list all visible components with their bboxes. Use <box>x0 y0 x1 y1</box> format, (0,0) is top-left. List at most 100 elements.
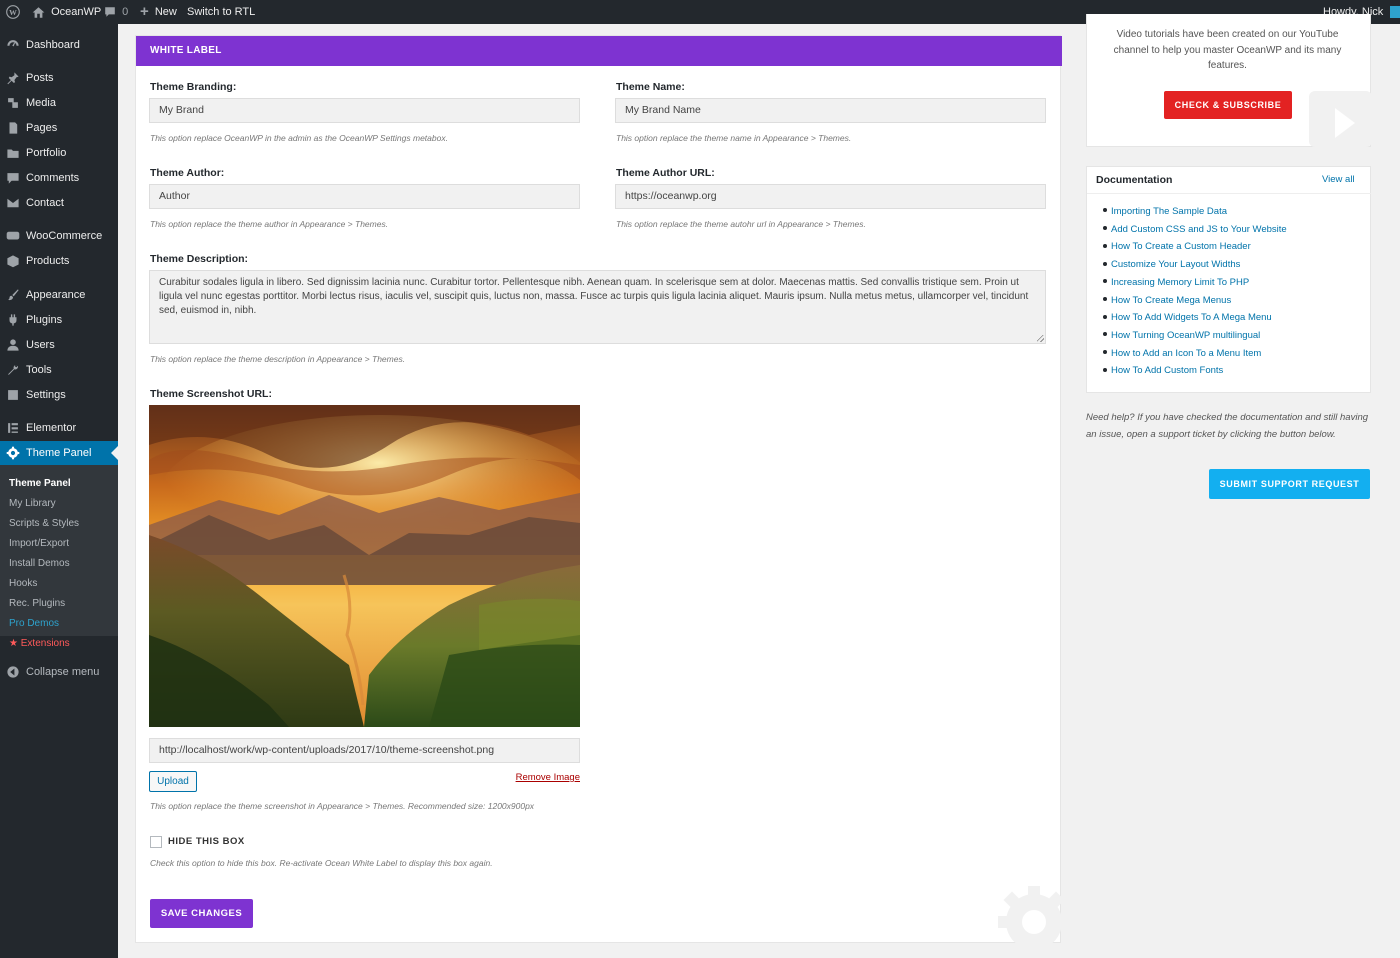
theme-screenshot-url-input[interactable]: http://localhost/work/wp-content/uploads… <box>149 738 580 763</box>
sidebar-item-plugins[interactable]: Plugins <box>0 308 118 332</box>
theme-author-desc: This option replace the theme author in … <box>150 219 389 229</box>
check-subscribe-button[interactable]: CHECK & SUBSCRIBE <box>1164 91 1292 119</box>
comments-link[interactable]: 0 <box>104 0 128 24</box>
doc-link-label: How To Create Mega Menus <box>1111 294 1232 306</box>
documentation-title: Documentation <box>1096 174 1173 186</box>
submenu-item-import-export[interactable]: Import/Export <box>9 535 69 553</box>
doc-link[interactable]: Importing The Sample Data <box>1103 205 1227 219</box>
theme-author-url-label: Theme Author URL: <box>616 167 715 179</box>
plug-icon <box>6 312 22 328</box>
sidebar-item-pages[interactable]: Pages <box>0 116 118 140</box>
sidebar-item-appearance[interactable]: Appearance <box>0 283 118 307</box>
avatar <box>1390 6 1400 19</box>
wrench-icon <box>6 362 22 378</box>
submenu-item-scripts-styles[interactable]: Scripts & Styles <box>9 515 79 533</box>
bullet-icon <box>1103 243 1107 248</box>
folder-icon <box>6 145 22 161</box>
doc-link[interactable]: Increasing Memory Limit To PHP <box>1103 276 1249 290</box>
wordpress-logo-icon[interactable]: W <box>6 0 20 24</box>
sidebar-item-settings[interactable]: Settings <box>0 383 118 407</box>
sidebar-item-label: Posts <box>26 72 54 84</box>
home-icon <box>32 6 45 18</box>
woo-icon <box>6 228 22 244</box>
sidebar-item-users[interactable]: Users <box>0 333 118 357</box>
site-name-link[interactable]: OceanWP <box>32 0 101 24</box>
doc-link[interactable]: How To Create a Custom Header <box>1103 240 1251 254</box>
sidebar-item-tools[interactable]: Tools <box>0 358 118 382</box>
resize-handle[interactable] <box>1037 335 1044 342</box>
theme-author-url-input[interactable]: https://oceanwp.org <box>615 184 1046 209</box>
sidebar-item-contact[interactable]: Contact <box>0 191 118 215</box>
star-icon: ★ <box>9 638 21 649</box>
theme-name-desc: This option replace the theme name in Ap… <box>616 133 852 143</box>
doc-link-label: How To Add Custom Fonts <box>1111 365 1224 377</box>
sidebar-item-theme-panel[interactable]: Theme Panel <box>0 441 118 465</box>
sidebar-item-elementor[interactable]: Elementor <box>0 416 118 440</box>
theme-screenshot-preview <box>149 405 580 727</box>
sidebar-item-label: Contact <box>26 197 64 209</box>
theme-description-textarea[interactable]: Curabitur sodales ligula in libero. Sed … <box>149 270 1046 344</box>
theme-branding-input[interactable]: My Brand <box>149 98 580 123</box>
sidebar-item-comments[interactable]: Comments <box>0 166 118 190</box>
submenu-item-theme-panel[interactable]: Theme Panel <box>9 475 71 493</box>
collapse-menu-label: Collapse menu <box>26 666 100 678</box>
doc-link[interactable]: Customize Your Layout Widths <box>1103 258 1240 272</box>
doc-link-label: How To Create a Custom Header <box>1111 241 1251 253</box>
switch-rtl-link[interactable]: Switch to RTL <box>187 0 255 24</box>
sidebar-item-portfolio[interactable]: Portfolio <box>0 141 118 165</box>
theme-description-label: Theme Description: <box>150 253 249 265</box>
doc-link[interactable]: How To Create Mega Menus <box>1103 294 1231 308</box>
bullet-icon <box>1103 296 1107 301</box>
submenu-item-hooks[interactable]: Hooks <box>9 575 37 593</box>
site-name: OceanWP <box>51 6 102 18</box>
submenu-item-extensions[interactable]: ★ Extensions <box>9 635 70 653</box>
theme-branding-desc: This option replace OceanWP in the admin… <box>150 133 448 143</box>
youtube-text: Video tutorials have been created on our… <box>1113 29 1342 71</box>
doc-link[interactable]: How to Add an Icon To a Menu Item <box>1103 347 1261 361</box>
submenu-item-label: Extensions <box>20 638 70 649</box>
submenu-item-install-demos[interactable]: Install Demos <box>9 555 70 573</box>
submenu-item-rec-plugins[interactable]: Rec. Plugins <box>9 595 65 613</box>
submenu-item-my-library[interactable]: My Library <box>9 495 56 513</box>
hide-box-checkbox[interactable] <box>150 836 162 848</box>
doc-link[interactable]: How Turning OceanWP multilingual <box>1103 329 1260 343</box>
doc-link-label: How To Add Widgets To A Mega Menu <box>1111 312 1272 324</box>
settings-icon <box>6 387 22 403</box>
theme-name-input[interactable]: My Brand Name <box>615 98 1046 123</box>
sidebar-item-label: Plugins <box>26 314 63 326</box>
hide-box-label[interactable]: HIDE THIS BOX <box>168 836 245 847</box>
bullet-icon <box>1103 279 1107 284</box>
doc-link-label: Customize Your Layout Widths <box>1111 259 1241 271</box>
divider <box>1087 193 1371 194</box>
submenu-item-pro-demos[interactable]: Pro Demos <box>9 615 59 633</box>
theme-name-label: Theme Name: <box>616 81 685 93</box>
new-content-link[interactable]: + New <box>140 0 177 24</box>
sidebar-item-woocommerce[interactable]: WooCommerce <box>0 224 118 248</box>
remove-image-link[interactable]: Remove Image <box>500 772 580 783</box>
hide-box-desc: Check this option to hide this box. Re-a… <box>150 858 493 868</box>
sidebar-item-label: WooCommerce <box>26 230 103 242</box>
doc-link[interactable]: How To Add Custom Fonts <box>1103 364 1223 378</box>
sidebar-item-posts[interactable]: Posts <box>0 66 118 90</box>
sidebar-item-label: Theme Panel <box>26 447 92 459</box>
doc-link[interactable]: How To Add Widgets To A Mega Menu <box>1103 311 1272 325</box>
sidebar-item-dashboard[interactable]: Dashboard <box>0 33 118 57</box>
media-icon <box>6 95 22 111</box>
upload-button[interactable]: Upload <box>149 771 197 792</box>
theme-branding-label: Theme Branding: <box>150 81 237 93</box>
pin-icon <box>6 70 22 86</box>
submit-support-request-button[interactable]: SUBMIT SUPPORT REQUEST <box>1209 469 1370 499</box>
sidebar-item-label: Users <box>26 339 55 351</box>
sidebar-item-media[interactable]: Media <box>0 91 118 115</box>
svg-text:W: W <box>9 8 17 17</box>
play-icon <box>1309 91 1372 147</box>
sidebar-item-label: Appearance <box>26 289 86 301</box>
theme-author-input[interactable]: Author <box>149 184 580 209</box>
save-changes-button[interactable]: SAVE CHANGES <box>150 899 253 928</box>
view-all-link[interactable]: View all <box>1322 174 1355 185</box>
sidebar-item-label: Pages <box>26 122 58 134</box>
collapse-menu-button[interactable]: Collapse menu <box>0 660 118 684</box>
theme-screenshot-label: Theme Screenshot URL: <box>150 388 272 400</box>
sidebar-item-products[interactable]: Products <box>0 249 118 273</box>
doc-link[interactable]: Add Custom CSS and JS to Your Website <box>1103 223 1287 237</box>
